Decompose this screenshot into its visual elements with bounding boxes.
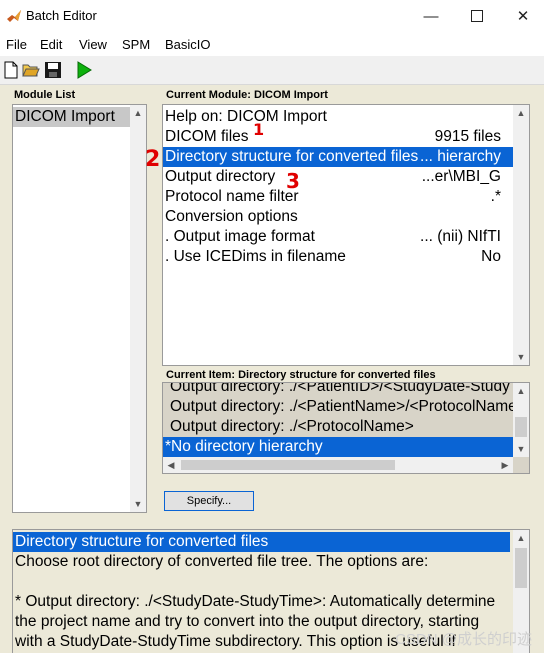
module-row[interactable]: Conversion options	[163, 207, 513, 227]
help-line-text: with a StudyDate-StudyTime subdirectory.…	[15, 633, 456, 650]
module-row[interactable]: Protocol name filter .*	[163, 187, 513, 207]
menu-file[interactable]: File	[6, 37, 27, 52]
current-module-scrollbar[interactable]: ▲ ▼	[513, 105, 529, 365]
current-item-list[interactable]: Output directory: ./<PatientID>/<StudyDa…	[162, 382, 530, 474]
module-item-label: DICOM Import	[15, 108, 115, 125]
row-value: ...er\MBI_G	[421, 168, 501, 185]
save-icon[interactable]	[44, 61, 62, 79]
module-item[interactable]: DICOM Import	[13, 107, 130, 127]
matlab-icon	[7, 10, 21, 22]
help-line-text: Choose root directory of converted file …	[15, 553, 429, 570]
run-icon[interactable]	[75, 61, 93, 79]
scroll-thumb[interactable]	[515, 417, 527, 437]
toolbar	[0, 56, 544, 85]
row-value: ... hierarchy	[420, 148, 501, 165]
scroll-up-icon[interactable]: ▲	[513, 105, 529, 121]
module-list-label: Module List	[14, 89, 76, 101]
scroll-up-icon[interactable]: ▲	[513, 383, 529, 399]
scroll-left-icon[interactable]: ◀	[163, 457, 179, 473]
row-value: ... (nii) NIfTI	[420, 228, 501, 245]
option-item[interactable]: Output directory: ./<ProtocolName>	[168, 417, 518, 437]
specify-button[interactable]: Specify...	[164, 491, 254, 511]
scroll-right-icon[interactable]: ▶	[497, 457, 513, 473]
new-file-icon[interactable]	[2, 61, 20, 79]
scroll-down-icon[interactable]: ▼	[513, 349, 529, 365]
option-label: Output directory: ./<PatientName>/<Proto…	[170, 398, 526, 415]
row-name: Protocol name filter	[165, 188, 299, 205]
maximize-icon	[471, 10, 483, 22]
row-value: No	[481, 248, 501, 265]
help-line-text: * Output directory: ./<StudyDate-StudyTi…	[15, 593, 496, 610]
row-name: Output directory	[165, 168, 276, 185]
row-name: Help on: DICOM Import	[165, 108, 327, 125]
annotation-mark-3: 3	[286, 169, 300, 193]
close-icon: ✕	[516, 8, 530, 25]
scroll-up-icon[interactable]: ▲	[513, 530, 529, 546]
window-title: Batch Editor	[26, 8, 97, 23]
open-folder-icon[interactable]	[22, 61, 40, 79]
module-row[interactable]: . Use ICEDims in filename No	[163, 247, 513, 267]
watermark: CSDN @成长的印迹	[395, 631, 532, 648]
menu-basicio[interactable]: BasicIO	[165, 37, 211, 52]
minimize-icon: —	[423, 7, 439, 25]
module-list[interactable]: DICOM Import ▲ ▼	[12, 104, 147, 513]
minimize-button[interactable]: —	[408, 0, 454, 32]
row-name: Directory structure for converted files	[165, 148, 419, 165]
menu-edit[interactable]: Edit	[40, 37, 62, 52]
annotation-mark-2: 2	[145, 147, 161, 172]
row-name: Conversion options	[165, 208, 298, 225]
current-item-label: Current Item: Directory structure for co…	[166, 369, 436, 381]
option-label: Output directory: ./<PatientID>/<StudyDa…	[170, 382, 530, 395]
option-item[interactable]: Output directory: ./<PatientName>/<Proto…	[168, 397, 526, 417]
scroll-down-icon[interactable]: ▼	[130, 496, 146, 512]
module-list-scrollbar[interactable]: ▲ ▼	[130, 105, 146, 512]
module-row-selected[interactable]: Directory structure for converted files.…	[163, 147, 513, 167]
current-module-label: Current Module: DICOM Import	[166, 89, 328, 101]
menu-bar: File Edit View SPM BasicIO	[0, 32, 544, 56]
row-value: 9915 files	[434, 128, 501, 145]
option-label: *No directory hierarchy	[165, 438, 323, 455]
menu-view[interactable]: View	[79, 37, 107, 52]
scroll-up-icon[interactable]: ▲	[130, 105, 146, 121]
close-button[interactable]: ✕	[500, 0, 544, 32]
module-row[interactable]: DICOM files 9915 files	[163, 127, 513, 147]
maximize-button[interactable]	[454, 0, 500, 32]
current-item-vscrollbar[interactable]: ▲ ▼	[513, 383, 529, 457]
title-bar: Batch Editor — ✕	[0, 0, 544, 32]
menu-spm[interactable]: SPM	[122, 37, 150, 52]
row-name: . Use ICEDims in filename	[165, 248, 346, 265]
module-row[interactable]: . Output image format ... (nii) NIfTI	[163, 227, 513, 247]
scroll-down-icon[interactable]: ▼	[513, 441, 529, 457]
row-name: DICOM files	[165, 128, 249, 145]
module-row[interactable]: Help on: DICOM Import	[163, 107, 513, 127]
help-title: Directory structure for converted files	[13, 532, 510, 552]
option-item[interactable]: Output directory: ./<PatientID>/<StudyDa…	[168, 383, 529, 397]
option-item-selected[interactable]: *No directory hierarchy	[163, 437, 513, 457]
scroll-thumb[interactable]	[181, 460, 395, 470]
annotation-mark-1: 1	[253, 120, 265, 139]
current-item-hscrollbar[interactable]: ◀ ▶	[163, 457, 513, 473]
current-module-list[interactable]: Help on: DICOM Import DICOM files 9915 fi…	[162, 104, 530, 366]
row-value: .*	[490, 188, 501, 205]
module-row[interactable]: Output directory ...er\MBI_G	[163, 167, 513, 187]
help-title-text: Directory structure for converted files	[15, 533, 269, 550]
row-name: . Output image format	[165, 228, 315, 245]
option-label: Output directory: ./<ProtocolName>	[170, 418, 414, 435]
scroll-thumb[interactable]	[515, 548, 527, 588]
